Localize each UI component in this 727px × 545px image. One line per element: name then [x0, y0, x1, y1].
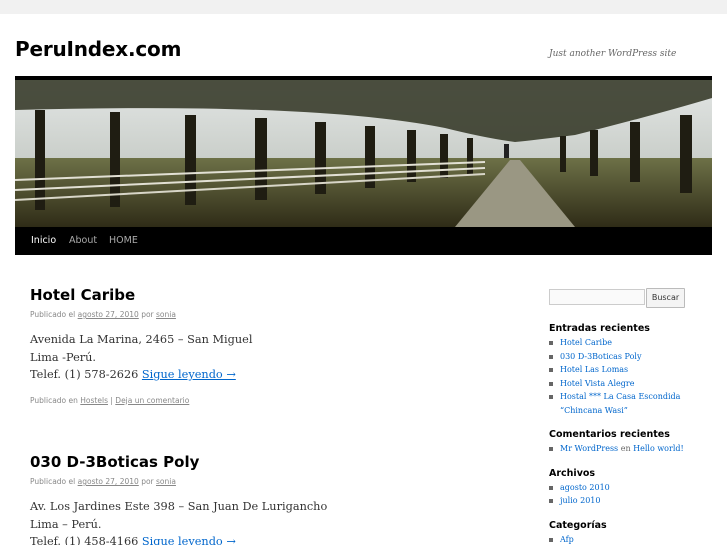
continue-reading-link[interactable]: Sigue leyendo →: [142, 535, 236, 545]
post-date-link[interactable]: agosto 27, 2010: [78, 477, 139, 486]
site-description: Just another WordPress site: [549, 49, 677, 59]
list-item: julio 2010: [549, 494, 719, 508]
main-navigation: Inicio About HOME: [15, 227, 712, 255]
page: PeruIndex.com Just another WordPress sit…: [0, 14, 727, 545]
search-widget: Buscar: [549, 288, 719, 308]
widget-title: Entradas recientes: [549, 323, 650, 334]
meta-prefix: Publicado el: [30, 310, 76, 319]
recent-post-link[interactable]: Hotel Vista Alegre: [560, 379, 634, 388]
recent-comments-list: Mr WordPress en Hello world!: [549, 442, 719, 456]
post-hotel-caribe: Hotel Caribe Publicado el agosto 27, 201…: [30, 286, 500, 405]
search-button[interactable]: Buscar: [646, 288, 685, 308]
category-link[interactable]: Hostels: [80, 396, 108, 405]
category-link[interactable]: Afp: [560, 535, 574, 544]
post-line: Av. Los Jardines Este 398 – San Juan De …: [30, 500, 328, 513]
recent-post-link[interactable]: Hotel Caribe: [560, 338, 612, 347]
recent-post-link[interactable]: Hostal *** La Casa Escondida “Chincana Wa…: [560, 392, 680, 415]
post-line-with-more: Telef. (1) 458-4166 Sigue leyendo →: [30, 533, 500, 545]
widget-title: Archivos: [549, 467, 596, 479]
list-item: 030 D-3Boticas Poly: [549, 350, 719, 364]
nav-item-about[interactable]: About: [69, 227, 97, 255]
nav-item-inicio[interactable]: Inicio: [31, 227, 56, 255]
comment-post-link[interactable]: Hello world!: [633, 444, 684, 453]
archive-link[interactable]: julio 2010: [560, 496, 600, 505]
post-line: Avenida La Marina, 2465 – San Miguel: [30, 333, 253, 346]
post-content: Avenida La Marina, 2465 – San Miguel Lim…: [30, 331, 500, 384]
list-item: agosto 2010: [549, 481, 719, 495]
leave-comment-link[interactable]: Deja un comentario: [115, 396, 189, 405]
post-meta: Publicado el agosto 27, 2010 por sonia: [30, 477, 500, 486]
post-line: Lima – Perú.: [30, 517, 102, 531]
archive-link[interactable]: agosto 2010: [560, 483, 610, 492]
recent-post-link-line: Hostal *** La Casa Escondida: [560, 392, 681, 401]
nav-item-home[interactable]: HOME: [109, 227, 138, 255]
header-banner-image: [15, 80, 712, 227]
meta-by: por: [141, 310, 154, 319]
list-item: Hotel Las Lomas: [549, 363, 719, 377]
comment-on-text: en: [620, 444, 631, 453]
recent-post-link-line: “Chincana Wasi”: [560, 405, 628, 415]
list-item: Hotel Vista Alegre: [549, 377, 719, 391]
post-title[interactable]: Hotel Caribe: [30, 286, 500, 304]
categories-widget: Categorías Afp: [549, 520, 719, 545]
list-item: Hotel Caribe: [549, 336, 719, 350]
utility-separator: |: [110, 395, 113, 405]
post-content: Av. Los Jardines Este 398 – San Juan De …: [30, 498, 500, 545]
recent-post-link[interactable]: Hotel Las Lomas: [560, 365, 628, 374]
post-meta: Publicado el agosto 27, 2010 por sonia: [30, 310, 500, 319]
categories-list: Afp: [549, 533, 719, 545]
post-030-d-3boticas-poly: 030 D-3Boticas Poly Publicado el agosto …: [30, 453, 500, 545]
meta-prefix: Publicado el: [30, 477, 76, 486]
post-line-with-more: Telef. (1) 578-2626 Sigue leyendo →: [30, 366, 500, 384]
sidebar: Buscar Entradas recientes Hotel Caribe 0…: [549, 288, 719, 545]
list-item: Mr WordPress en Hello world!: [549, 442, 719, 456]
widget-title: Comentarios recientes: [549, 429, 670, 440]
meta-by: por: [141, 477, 154, 486]
post-utility: Publicado en Hostels | Deja un comentari…: [30, 396, 500, 405]
post-author-link[interactable]: sonia: [156, 310, 176, 319]
recent-post-link[interactable]: 030 D-3Boticas Poly: [560, 352, 642, 361]
post-author-link[interactable]: sonia: [156, 477, 176, 486]
comment-author-link[interactable]: Mr WordPress: [560, 444, 618, 453]
post-date-link[interactable]: agosto 27, 2010: [78, 310, 139, 319]
archives-list: agosto 2010 julio 2010: [549, 481, 719, 508]
recent-comments-widget: Comentarios recientes Mr WordPress en He…: [549, 429, 719, 456]
recent-posts-list: Hotel Caribe 030 D-3Boticas Poly Hotel L…: [549, 336, 719, 417]
site-title[interactable]: PeruIndex.com: [15, 37, 181, 61]
tree-avenue-illustration: [15, 80, 712, 227]
post-title[interactable]: 030 D-3Boticas Poly: [30, 453, 500, 471]
post-line: Lima -Perú.: [30, 350, 97, 364]
post-line: Telef. (1) 458-4166: [30, 535, 139, 545]
recent-posts-widget: Entradas recientes Hotel Caribe 030 D-3B…: [549, 323, 719, 417]
post-line: Telef. (1) 578-2626: [30, 368, 139, 381]
list-item: Hostal *** La Casa Escondida “Chincana Wa…: [549, 390, 719, 417]
widget-title: Categorías: [549, 519, 607, 531]
continue-reading-link[interactable]: Sigue leyendo →: [142, 368, 236, 381]
archives-widget: Archivos agosto 2010 julio 2010: [549, 468, 719, 508]
utility-prefix: Publicado en: [30, 395, 78, 405]
search-input[interactable]: [549, 289, 645, 305]
list-item: Afp: [549, 533, 719, 545]
